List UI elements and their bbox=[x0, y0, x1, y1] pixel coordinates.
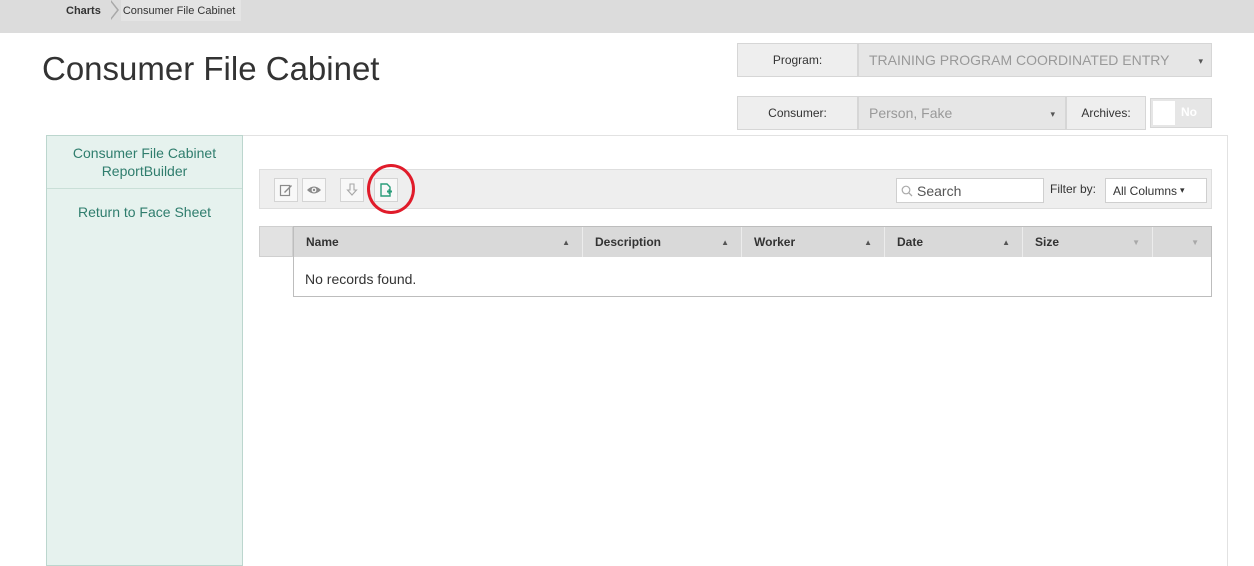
consumer-label: Consumer: bbox=[737, 96, 858, 130]
edit-icon bbox=[279, 184, 292, 197]
column-header-name[interactable]: Name ▲ bbox=[294, 227, 583, 257]
sort-asc-icon: ▲ bbox=[721, 238, 729, 247]
search-icon bbox=[901, 185, 913, 196]
grid-row-selector-header bbox=[259, 226, 293, 257]
column-header-date[interactable]: Date ▲ bbox=[885, 227, 1023, 257]
archives-toggle[interactable]: No bbox=[1150, 98, 1212, 128]
sort-desc-icon: ▼ bbox=[1132, 238, 1140, 247]
chevron-down-icon: ▾ bbox=[1198, 56, 1203, 66]
download-button[interactable] bbox=[340, 178, 364, 202]
sidebar-item-return-to-face-sheet[interactable]: Return to Face Sheet bbox=[47, 189, 242, 221]
column-header-label: Description bbox=[595, 235, 662, 249]
program-select[interactable]: TRAINING PROGRAM COORDINATED ENTRY ▾ bbox=[858, 43, 1212, 77]
consumer-select[interactable]: Person, Fake ▾ bbox=[858, 96, 1066, 130]
edit-button[interactable] bbox=[274, 178, 298, 202]
column-header-label: Worker bbox=[754, 235, 796, 249]
column-header-description[interactable]: Description ▲ bbox=[583, 227, 742, 257]
sidebar-item-reportbuilder[interactable]: Consumer File Cabinet ReportBuilder bbox=[47, 136, 242, 189]
breadcrumb-separator bbox=[109, 0, 121, 21]
program-select-value: TRAINING PROGRAM COORDINATED ENTRY bbox=[869, 52, 1170, 68]
highlight-circle bbox=[367, 164, 415, 214]
filter-label: Filter by: bbox=[1050, 182, 1097, 196]
chevron-down-icon: ▾ bbox=[1180, 185, 1185, 195]
program-label: Program: bbox=[737, 43, 858, 77]
search-input[interactable] bbox=[917, 182, 1037, 199]
column-header-label: Size bbox=[1035, 235, 1060, 249]
filter-select[interactable]: All Columns ▾ bbox=[1105, 178, 1207, 203]
breadcrumb-item-current: Consumer File Cabinet bbox=[120, 0, 242, 21]
filter-select-value: All Columns bbox=[1113, 183, 1178, 198]
breadcrumb: Charts Consumer File Cabinet bbox=[0, 0, 1254, 33]
eye-icon bbox=[307, 186, 321, 194]
empty-message: No records found. bbox=[305, 271, 417, 287]
archives-label: Archives: bbox=[1066, 96, 1146, 130]
breadcrumb-item-charts[interactable]: Charts bbox=[0, 0, 111, 21]
sidebar: Consumer File Cabinet ReportBuilder Retu… bbox=[46, 135, 243, 566]
page: Charts Consumer File Cabinet Consumer Fi… bbox=[0, 0, 1254, 566]
download-icon bbox=[346, 183, 358, 196]
sort-asc-icon: ▲ bbox=[864, 238, 872, 247]
column-header-label: Date bbox=[897, 235, 924, 249]
files-table: Name ▲ Description ▲ Worker ▲ Date ▲ Siz… bbox=[293, 226, 1212, 297]
consumer-select-value: Person, Fake bbox=[869, 105, 953, 121]
view-button[interactable] bbox=[302, 178, 326, 202]
column-chooser[interactable]: ▼ bbox=[1153, 227, 1211, 257]
chevron-down-icon: ▼ bbox=[1191, 238, 1199, 247]
column-header-worker[interactable]: Worker ▲ bbox=[742, 227, 885, 257]
column-header-size[interactable]: Size ▼ bbox=[1023, 227, 1153, 257]
page-title: Consumer File Cabinet bbox=[42, 50, 380, 87]
sort-asc-icon: ▲ bbox=[1002, 238, 1010, 247]
sort-asc-icon: ▲ bbox=[562, 238, 570, 247]
table-header: Name ▲ Description ▲ Worker ▲ Date ▲ Siz… bbox=[294, 227, 1211, 257]
column-header-label: Name bbox=[306, 235, 339, 249]
archives-toggle-value: No bbox=[1181, 105, 1197, 119]
search-field[interactable] bbox=[896, 178, 1044, 203]
toggle-knob bbox=[1153, 101, 1175, 125]
chevron-down-icon: ▾ bbox=[1050, 109, 1055, 119]
